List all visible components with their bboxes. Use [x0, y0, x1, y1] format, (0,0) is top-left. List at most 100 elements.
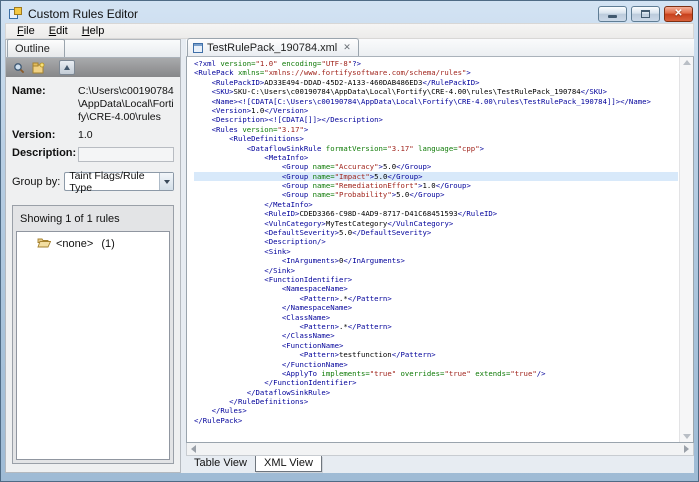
xml-line[interactable]: <Description><![CDATA[]]></Description>: [194, 115, 678, 124]
xml-line[interactable]: <ClassName>: [194, 313, 678, 322]
editor-panel: TestRulePack_190784.xml ✕ <?xml version=…: [186, 39, 694, 473]
editor-tab[interactable]: TestRulePack_190784.xml ✕: [187, 38, 359, 56]
xml-line[interactable]: <Group name="Accuracy">5.0</Group>: [194, 162, 678, 171]
xml-line[interactable]: <Group name="RemediationEffort">1.0</Gro…: [194, 181, 678, 190]
xml-file-icon: [193, 43, 203, 53]
xml-line[interactable]: </ClassName>: [194, 331, 678, 340]
xml-line[interactable]: <Description/>: [194, 237, 678, 246]
tree-item-none[interactable]: <none> (1): [17, 232, 169, 251]
xml-line[interactable]: <MetaInfo>: [194, 153, 678, 162]
xml-line[interactable]: </NamespaceName>: [194, 303, 678, 312]
maximize-icon: [641, 10, 650, 18]
xml-line[interactable]: <Sink>: [194, 247, 678, 256]
view-switch-tabs: Table View XML View: [186, 456, 694, 473]
xml-line[interactable]: </FunctionName>: [194, 360, 678, 369]
tab-outline[interactable]: Outline: [7, 39, 65, 57]
menu-help[interactable]: Help: [75, 24, 112, 38]
menu-file[interactable]: File: [10, 24, 42, 38]
rules-group: Showing 1 of 1 rules <none> (1): [12, 205, 174, 464]
xml-line[interactable]: <InArguments>0</InArguments>: [194, 256, 678, 265]
xml-line[interactable]: </DataflowSinkRule>: [194, 388, 678, 397]
tab-close-icon[interactable]: ✕: [343, 43, 351, 52]
minimize-icon: [608, 15, 617, 18]
outline-toolbar: [6, 58, 180, 77]
xml-line[interactable]: <Version>1.0</Version>: [194, 106, 678, 115]
editor-tabrow: TestRulePack_190784.xml ✕: [186, 39, 694, 57]
title-bar[interactable]: Custom Rules Editor ✕: [1, 1, 698, 23]
group-by-select[interactable]: Taint Flags/Rule Type: [64, 172, 174, 191]
editor-tab-label: TestRulePack_190784.xml: [207, 42, 337, 54]
xml-line[interactable]: </RulePack>: [194, 416, 678, 425]
description-row: Description:: [12, 147, 174, 162]
xml-line[interactable]: <Group name="Impact">5.0</Group>: [194, 172, 678, 181]
outline-tabrow: Outline: [6, 40, 180, 58]
xml-line[interactable]: <FunctionName>: [194, 341, 678, 350]
xml-line[interactable]: <FunctionIdentifier>: [194, 275, 678, 284]
xml-line[interactable]: <Group name="Probability">5.0</Group>: [194, 190, 678, 199]
chevron-down-icon[interactable]: [159, 173, 173, 190]
window-controls: ✕: [598, 6, 693, 22]
rulepack-form: Name: C:\Users\c00190784\AppData\Local\F…: [6, 77, 180, 193]
close-icon: ✕: [674, 9, 682, 19]
search-icon[interactable]: [11, 61, 26, 75]
main-content: Outline Name: C:\Users\c00190784\AppData…: [5, 39, 694, 473]
description-label: Description:: [12, 147, 74, 162]
xml-line[interactable]: <?xml version="1.0" encoding="UTF-8"?>: [194, 59, 678, 68]
xml-line[interactable]: <ApplyTo implements="true" overrides="tr…: [194, 369, 678, 378]
custom-rules-editor-window: Custom Rules Editor ✕ File Edit Help Out…: [0, 0, 699, 482]
tree-item-count: (1): [101, 238, 114, 250]
scroll-right-icon[interactable]: [684, 445, 689, 453]
xml-line[interactable]: <Pattern>testfunction</Pattern>: [194, 350, 678, 359]
vertical-scrollbar[interactable]: [679, 57, 693, 442]
xml-line[interactable]: </Rules>: [194, 406, 678, 415]
close-button[interactable]: ✕: [664, 6, 693, 22]
rules-count-label: Showing 1 of 1 rules: [16, 209, 170, 231]
xml-code[interactable]: <?xml version="1.0" encoding="UTF-8"?><R…: [194, 59, 678, 442]
xml-line[interactable]: </FunctionIdentifier>: [194, 378, 678, 387]
version-value: 1.0: [78, 129, 174, 142]
xml-line[interactable]: <VulnCategory>MyTestCategory</VulnCatego…: [194, 219, 678, 228]
menu-bar: File Edit Help: [5, 23, 694, 39]
xml-editor[interactable]: <?xml version="1.0" encoding="UTF-8"?><R…: [186, 57, 694, 443]
version-label: Version:: [12, 129, 74, 142]
menu-edit[interactable]: Edit: [42, 24, 75, 38]
tab-xml-view[interactable]: XML View: [255, 456, 322, 472]
xml-line[interactable]: <DefaultSeverity>5.0</DefaultSeverity>: [194, 228, 678, 237]
xml-line[interactable]: <RulePackID>AD33E494-DDAD-45D2-A133-460D…: [194, 78, 678, 87]
tab-table-view[interactable]: Table View: [186, 456, 255, 471]
maximize-button[interactable]: [631, 6, 660, 22]
xml-line[interactable]: </RuleDefinitions>: [194, 397, 678, 406]
open-folder-icon: [37, 237, 51, 251]
xml-line[interactable]: <Rules version="3.17">: [194, 125, 678, 134]
xml-line[interactable]: </Sink>: [194, 266, 678, 275]
minimize-view-icon[interactable]: [59, 60, 75, 75]
xml-line[interactable]: <RuleID>CDED3366-C98D-4AD9-8717-D41C6845…: [194, 209, 678, 218]
name-label: Name:: [12, 85, 74, 124]
scroll-down-icon[interactable]: [683, 434, 691, 439]
minimize-button[interactable]: [598, 6, 627, 22]
xml-line[interactable]: <Pattern>.*</Pattern>: [194, 322, 678, 331]
window-title: Custom Rules Editor: [28, 7, 138, 21]
tree-item-label: <none>: [56, 238, 93, 250]
xml-line[interactable]: <Pattern>.*</Pattern>: [194, 294, 678, 303]
new-rulepack-icon[interactable]: [31, 61, 46, 75]
xml-line[interactable]: <Name><![CDATA[C:\Users\c00190784\AppDat…: [194, 97, 678, 106]
scroll-left-icon[interactable]: [191, 445, 196, 453]
app-icon: [9, 7, 23, 20]
group-by-row: Group by: Taint Flags/Rule Type: [12, 172, 174, 191]
xml-line[interactable]: <SKU>SKU-C:\Users\c00190784\AppData\Loca…: [194, 87, 678, 96]
outline-tab-label: Outline: [15, 43, 50, 55]
version-row: Version: 1.0: [12, 129, 174, 142]
xml-line[interactable]: <RulePack xmlns="xmlns://www.fortifysoft…: [194, 68, 678, 77]
xml-line[interactable]: </MetaInfo>: [194, 200, 678, 209]
scroll-up-icon[interactable]: [683, 60, 691, 65]
group-by-value: Taint Flags/Rule Type: [69, 170, 159, 194]
group-by-label: Group by:: [12, 176, 60, 188]
description-input[interactable]: [78, 147, 174, 162]
xml-line[interactable]: <RuleDefinitions>: [194, 134, 678, 143]
horizontal-scrollbar[interactable]: [186, 443, 694, 456]
xml-line[interactable]: <DataflowSinkRule formatVersion="3.17" l…: [194, 144, 678, 153]
rules-tree[interactable]: <none> (1): [16, 231, 170, 460]
xml-line[interactable]: <NamespaceName>: [194, 284, 678, 293]
name-value: C:\Users\c00190784\AppData\Local\Fortify…: [78, 85, 174, 124]
